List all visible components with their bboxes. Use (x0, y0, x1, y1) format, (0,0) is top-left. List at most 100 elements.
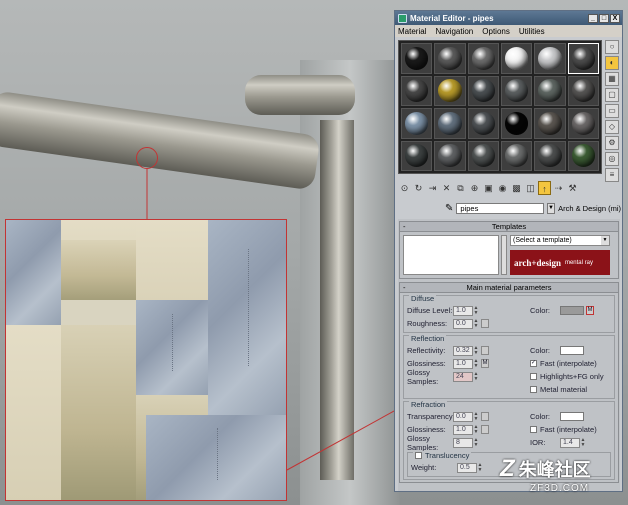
material-type-button[interactable]: Arch & Design (mi) (558, 204, 621, 213)
refraction-glossiness-map-button[interactable] (481, 425, 489, 434)
put-to-library-icon[interactable]: ▣ (482, 181, 495, 195)
material-slot[interactable] (501, 108, 533, 139)
material-id-icon[interactable]: ◉ (496, 181, 509, 195)
refraction-glossiness-spinner[interactable]: 1.0 (453, 424, 473, 435)
metal-material-checkbox[interactable] (530, 386, 537, 393)
spinner-arrows[interactable]: ▲ ▼ (580, 437, 586, 448)
pick-material-icon[interactable]: ⚒ (566, 181, 579, 195)
material-slot[interactable] (467, 75, 499, 106)
spinner-arrows[interactable]: ▲ ▼ (473, 358, 479, 369)
material-editor-window[interactable]: Material Editor - pipes _ □ X Material N… (394, 10, 623, 492)
backlight-icon[interactable]: ◐ (605, 56, 619, 70)
roughness-spinner[interactable]: 0.0 (453, 318, 473, 329)
diffuse-map-button[interactable]: M (586, 306, 594, 315)
glossy-samples-spinner[interactable]: 24 (453, 371, 473, 382)
material-slot[interactable] (501, 43, 533, 74)
show-map-in-viewport-icon[interactable]: ▩ (510, 181, 523, 195)
reflectivity-spinner[interactable]: 0.32 (453, 345, 473, 356)
material-slot[interactable] (401, 108, 433, 139)
spinner-arrows[interactable]: ▲ ▼ (473, 305, 479, 316)
material-slot[interactable] (467, 43, 499, 74)
make-unique-icon[interactable]: ⊕ (468, 181, 481, 195)
glossiness-map-button[interactable]: M (481, 359, 489, 368)
menu-material[interactable]: Material (398, 27, 426, 36)
transparency-map-button[interactable] (481, 412, 489, 421)
material-slot[interactable] (401, 140, 433, 171)
texture-tile (6, 325, 61, 500)
chevron-down-icon[interactable]: ▼ (546, 203, 556, 214)
diffuse-level-spinner[interactable]: 1.0 (453, 305, 473, 316)
spinner-arrows[interactable]: ▲ ▼ (473, 371, 479, 382)
menu-options[interactable]: Options (482, 27, 510, 36)
sample-type-icon[interactable]: ○ (605, 40, 619, 54)
material-slot[interactable] (501, 140, 533, 171)
close-button[interactable]: X (610, 13, 620, 23)
scrollbar[interactable] (501, 235, 507, 275)
go-to-parent-icon[interactable]: ↑ (538, 181, 551, 195)
diffuse-title: Diffuse (409, 294, 437, 303)
reflection-color-swatch[interactable] (560, 346, 584, 355)
templates-title: Templates (491, 222, 527, 231)
options-icon[interactable]: ⚙ (605, 136, 619, 150)
material-slot[interactable] (501, 75, 533, 106)
maximize-button[interactable]: □ (599, 13, 609, 23)
material-slot[interactable] (567, 140, 599, 171)
select-by-material-icon[interactable]: ◎ (605, 152, 619, 166)
video-check-icon[interactable]: ▭ (605, 104, 619, 118)
menu-navigation[interactable]: Navigation (435, 27, 473, 36)
highlights-fg-checkbox[interactable] (530, 373, 537, 380)
material-name-field[interactable]: pipes (456, 203, 544, 214)
uv-tiling-icon[interactable]: ▢ (605, 88, 619, 102)
material-slot[interactable] (401, 43, 433, 74)
title-bar[interactable]: Material Editor - pipes _ □ X (395, 11, 622, 25)
weight-spinner[interactable]: 0.5 (457, 462, 477, 473)
reflectivity-map-button[interactable] (481, 346, 489, 355)
material-slot[interactable] (567, 108, 599, 139)
rollout-header[interactable]: - Templates (400, 222, 618, 232)
menu-utilities[interactable]: Utilities (519, 27, 545, 36)
spinner-arrows[interactable]: ▲ ▼ (473, 411, 479, 422)
material-slot[interactable] (467, 140, 499, 171)
eyedropper-icon[interactable]: ✎ (445, 203, 453, 214)
material-slot[interactable] (434, 75, 466, 106)
material-slot[interactable] (467, 108, 499, 139)
put-to-scene-icon[interactable]: ↻ (412, 181, 425, 195)
material-slot[interactable] (534, 140, 566, 171)
rollout-header[interactable]: - Main material parameters (400, 283, 618, 293)
material-slot[interactable] (434, 43, 466, 74)
get-material-icon[interactable]: ⊙ (398, 181, 411, 195)
material-slot[interactable] (567, 43, 599, 74)
diffuse-color-swatch[interactable] (560, 306, 584, 315)
make-preview-icon[interactable]: ◇ (605, 120, 619, 134)
material-slot[interactable] (401, 75, 433, 106)
parameters-panel[interactable]: - Templates (Select a template) ▼ arch+des… (398, 219, 620, 491)
material-slot[interactable] (434, 108, 466, 139)
material-slot[interactable] (534, 108, 566, 139)
spinner-arrows[interactable]: ▲ ▼ (473, 345, 479, 356)
minimize-button[interactable]: _ (588, 13, 598, 23)
background-icon[interactable]: ▦ (605, 72, 619, 86)
material-slot[interactable] (534, 75, 566, 106)
material-slot[interactable] (534, 43, 566, 74)
show-end-result-icon[interactable]: ◫ (524, 181, 537, 195)
spinner-arrows[interactable]: ▲ ▼ (473, 437, 479, 448)
refraction-color-swatch[interactable] (560, 412, 584, 421)
material-slot[interactable] (434, 140, 466, 171)
fast-interpolate-checkbox[interactable]: ✓ (530, 360, 537, 367)
refraction-fast-checkbox[interactable] (530, 426, 537, 433)
make-copy-icon[interactable]: ⧉ (454, 181, 467, 195)
refraction-samples-spinner[interactable]: 8 (453, 437, 473, 448)
go-forward-to-sibling-icon[interactable]: ⇢ (552, 181, 565, 195)
material-slot[interactable] (567, 75, 599, 106)
ior-spinner[interactable]: 1.4 (560, 437, 580, 448)
spinner-arrows[interactable]: ▲ ▼ (477, 462, 483, 473)
roughness-map-button[interactable] (481, 319, 489, 328)
reset-map-icon[interactable]: ✕ (440, 181, 453, 195)
template-select[interactable]: (Select a template) ▼ (510, 235, 610, 246)
spinner-arrows[interactable]: ▲ ▼ (473, 318, 479, 329)
translucency-checkbox[interactable] (415, 452, 422, 459)
assign-to-selection-icon[interactable]: ⇥ (426, 181, 439, 195)
glossiness-spinner[interactable]: 1.0 (453, 358, 473, 369)
spinner-arrows[interactable]: ▲ ▼ (473, 424, 479, 435)
transparency-spinner[interactable]: 0.0 (453, 411, 473, 422)
